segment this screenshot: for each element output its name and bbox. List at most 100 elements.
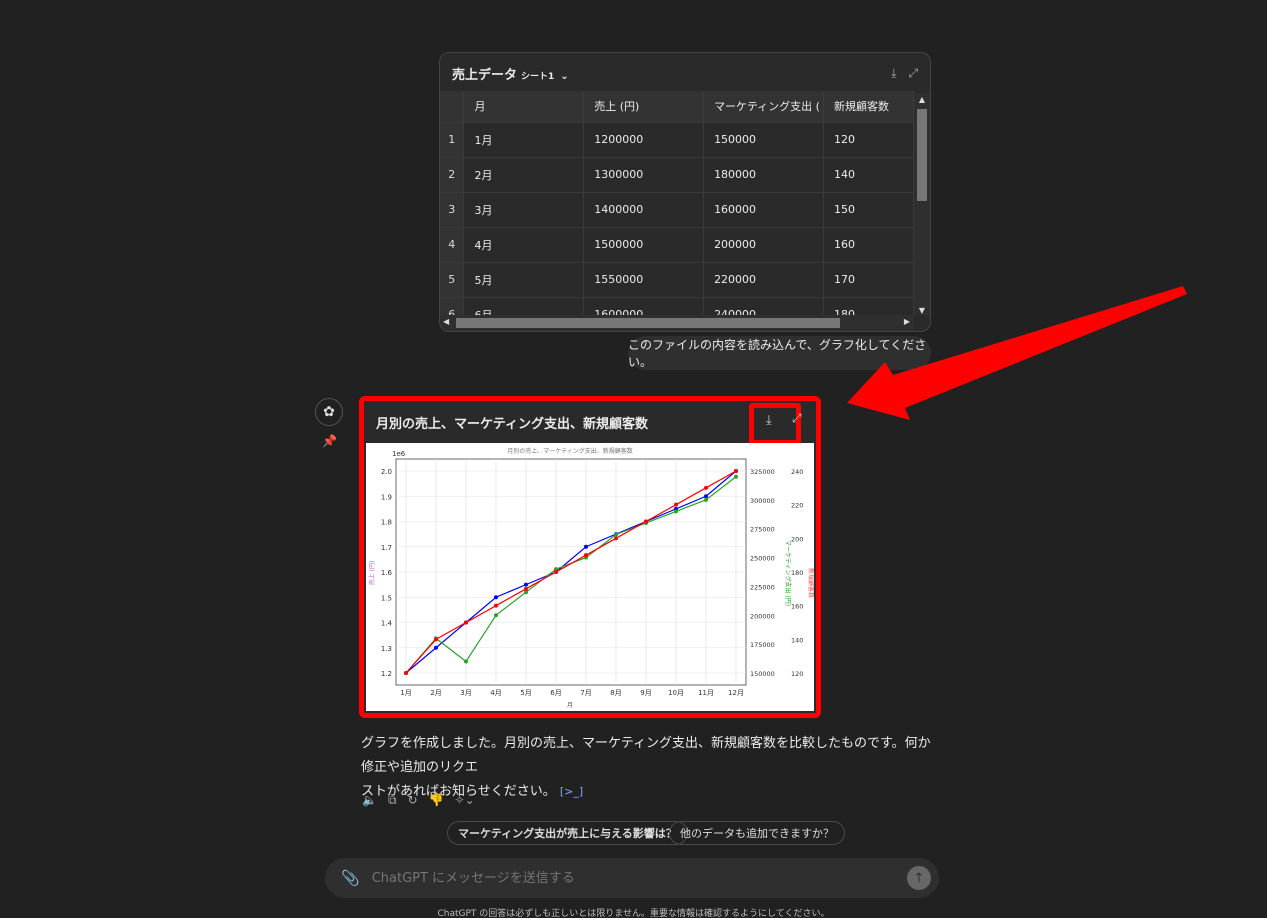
- data-point: [704, 485, 708, 490]
- table-cell[interactable]: 1400000: [583, 191, 705, 227]
- table-cell[interactable]: 220000: [703, 261, 825, 297]
- sheet-title-dropdown[interactable]: 売上データ シート1 ⌄: [452, 64, 569, 83]
- table-cell[interactable]: 5月: [463, 261, 585, 297]
- suggestion-chip[interactable]: 他のデータも追加できますか？: [669, 821, 845, 845]
- model-switch-icon[interactable]: ✧⌄: [455, 793, 475, 808]
- y2-tick-label: 300000: [750, 497, 775, 505]
- table-cell[interactable]: 140: [823, 156, 914, 192]
- data-point: [704, 494, 708, 499]
- attach-icon[interactable]: 📎: [341, 869, 360, 887]
- data-point: [674, 509, 678, 514]
- data-point: [524, 582, 528, 587]
- table-cell[interactable]: 6月: [463, 296, 585, 317]
- data-point: [554, 570, 558, 574]
- scroll-up-icon[interactable]: ▲: [914, 95, 930, 104]
- y2-tick-label: 225000: [750, 583, 775, 591]
- table-cell[interactable]: 150000: [703, 121, 825, 157]
- scroll-left-icon[interactable]: ◀: [443, 317, 449, 326]
- sheet-header: 売上データ シート1 ⌄ ⤓ ⤢: [440, 53, 930, 93]
- column-header[interactable]: 月: [463, 91, 585, 122]
- table-cell[interactable]: 120: [823, 121, 914, 157]
- x-tick-label: 3月: [460, 689, 471, 697]
- table-cell[interactable]: 150: [823, 191, 914, 227]
- table-cell[interactable]: 1200000: [583, 121, 705, 157]
- expand-icon[interactable]: ⤢: [792, 411, 802, 426]
- data-point: [524, 586, 528, 591]
- table-cell[interactable]: 200000: [703, 226, 825, 262]
- sheet-grid: 月 売上 (円) マーケティング支出 ( 新規顧客数 1 1月 1200000 150…: [440, 91, 914, 317]
- data-point: [584, 553, 588, 558]
- y-tick-label: 1.2: [381, 670, 392, 678]
- row-number: 3: [440, 191, 465, 227]
- y3-tick-label: 120: [791, 670, 803, 678]
- y3-tick-label: 140: [791, 636, 803, 644]
- data-point: [614, 532, 618, 537]
- table-cell[interactable]: 240000: [703, 296, 825, 317]
- data-point: [494, 613, 498, 618]
- table-cell[interactable]: 1550000: [583, 261, 705, 297]
- table-cell[interactable]: 180000: [703, 156, 825, 192]
- read-aloud-icon[interactable]: 🔈: [362, 793, 377, 808]
- scroll-down-icon[interactable]: ▼: [914, 306, 930, 315]
- message-input[interactable]: [371, 870, 892, 886]
- x-axis-label: 月: [567, 702, 573, 709]
- table-cell[interactable]: 160: [823, 226, 914, 262]
- y-tick-label: 1.4: [381, 620, 393, 628]
- thumbs-down-icon[interactable]: 👎: [429, 793, 444, 808]
- arrow-up-icon: ↑: [913, 870, 925, 886]
- scroll-thumb[interactable]: [917, 109, 927, 201]
- code-citation-icon[interactable]: [>_]: [560, 785, 583, 798]
- y-tick-label: 1.5: [381, 594, 392, 602]
- table-row: 4 4月 1500000 200000 160: [440, 226, 914, 262]
- table-cell[interactable]: 2月: [463, 156, 585, 192]
- disclaimer: ChatGPT の回答は必ずしも正しいとは限りません。重要な情報は確認するように…: [437, 909, 830, 918]
- x-tick-label: 7月: [580, 689, 591, 697]
- send-button[interactable]: ↑: [907, 866, 931, 890]
- column-header[interactable]: 売上 (円): [583, 91, 705, 122]
- y-tick-label: 1.3: [381, 645, 392, 653]
- y-offset-label: 1e6: [392, 450, 406, 458]
- copy-icon[interactable]: ⧉: [388, 793, 397, 808]
- pin-icon[interactable]: 📌: [322, 434, 337, 448]
- row-number: 5: [440, 261, 465, 297]
- table-cell[interactable]: 180: [823, 296, 914, 317]
- horizontal-scrollbar[interactable]: ◀ ▶: [440, 315, 914, 331]
- table-cell[interactable]: 4月: [463, 226, 585, 262]
- download-icon[interactable]: ⤓: [891, 66, 896, 81]
- expand-icon[interactable]: ⤢: [908, 66, 918, 81]
- table-cell[interactable]: 3月: [463, 191, 585, 227]
- y2-tick-label: 325000: [750, 468, 775, 476]
- table-cell[interactable]: 1300000: [583, 156, 705, 192]
- message-actions: 🔈 ⧉ ↻ 👎 ✧⌄: [362, 793, 475, 808]
- table-row: 2 2月 1300000 180000 140: [440, 156, 914, 192]
- row-number: 4: [440, 226, 465, 262]
- table-cell[interactable]: 1月: [463, 121, 585, 157]
- data-point: [704, 497, 708, 502]
- table-cell[interactable]: 160000: [703, 191, 825, 227]
- x-tick-label: 11月: [698, 689, 714, 697]
- regenerate-icon[interactable]: ↻: [408, 793, 418, 808]
- y2-tick-label: 250000: [750, 555, 775, 563]
- vertical-scrollbar[interactable]: ▲ ▼: [914, 93, 930, 315]
- scroll-right-icon[interactable]: ▶: [904, 317, 910, 326]
- download-icon[interactable]: ⤓: [766, 413, 772, 428]
- y3-tick-label: 160: [791, 603, 803, 611]
- column-header[interactable]: 新規顧客数: [823, 91, 914, 122]
- table-cell[interactable]: 170: [823, 261, 914, 297]
- y3-tick-label: 220: [791, 502, 803, 510]
- assistant-avatar-icon: ✿: [315, 398, 343, 426]
- y2-tick-label: 200000: [750, 612, 775, 620]
- table-cell[interactable]: 1600000: [583, 296, 705, 317]
- scroll-thumb[interactable]: [456, 318, 840, 328]
- data-point: [734, 469, 738, 473]
- row-number-header: [440, 91, 465, 122]
- table-row: 6 6月 1600000 240000 180: [440, 296, 914, 317]
- data-point: [434, 637, 438, 642]
- column-header[interactable]: マーケティング支出 (: [703, 91, 825, 122]
- y-tick-label: 2.0: [381, 468, 392, 476]
- y2-tick-label: 175000: [750, 641, 775, 649]
- x-tick-label: 6月: [550, 689, 561, 697]
- table-cell[interactable]: 1500000: [583, 226, 705, 262]
- suggestion-chip[interactable]: マーケティング支出が売上に与える影響は？: [447, 821, 688, 845]
- x-tick-label: 2月: [430, 689, 441, 697]
